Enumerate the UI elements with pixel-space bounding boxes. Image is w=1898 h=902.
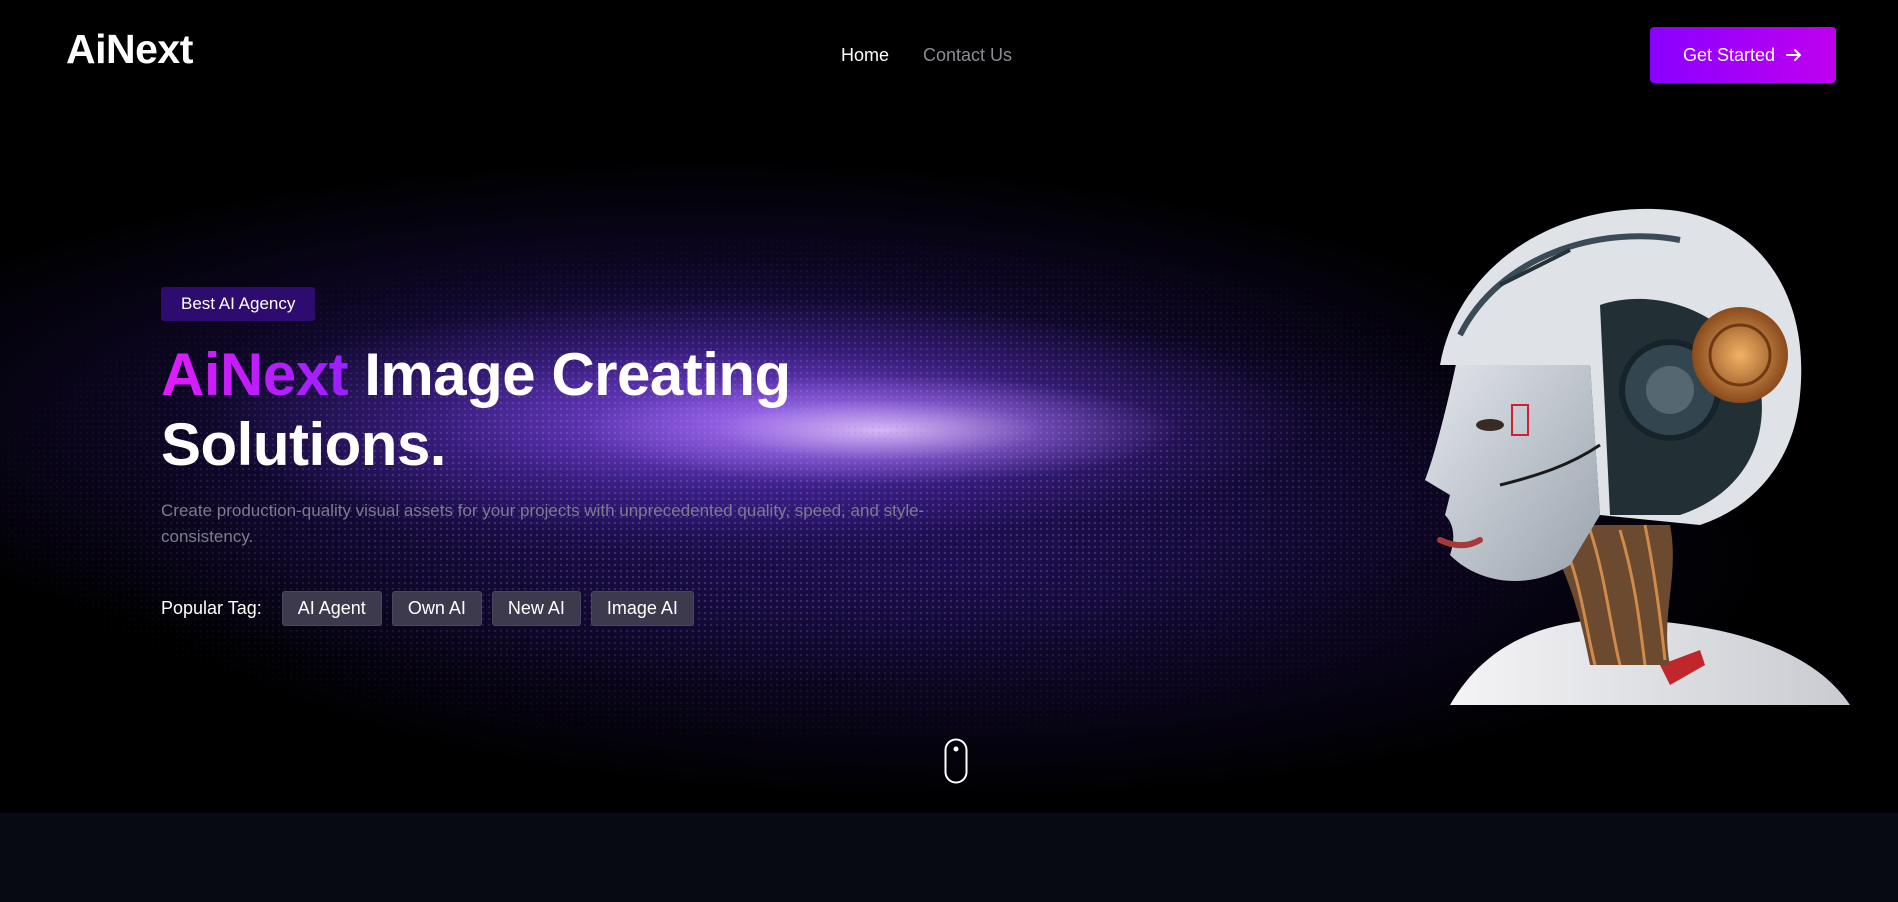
get-started-label: Get Started — [1682, 44, 1776, 65]
popular-tags: Popular Tag: AI Agent Own AI New AI Imag… — [161, 591, 694, 626]
tag-own-ai[interactable]: Own AI — [391, 591, 482, 626]
tag-ai-agent[interactable]: AI Agent — [281, 591, 382, 626]
nav-item-contact-us[interactable]: Contact Us — [923, 45, 1012, 66]
headline-line1: Image Creating — [364, 341, 791, 408]
main-nav: Home Contact Us — [841, 45, 1012, 66]
mouse-scroll-icon[interactable] — [944, 738, 968, 784]
headline-line2: Solutions. — [161, 411, 446, 478]
arrow-right-icon — [1786, 49, 1802, 61]
hero-headline: AiNext Image Creating Solutions. — [161, 340, 791, 480]
hero-badge: Best AI Agency — [161, 287, 316, 321]
tag-image-ai[interactable]: Image AI — [590, 591, 694, 626]
nav-item-home[interactable]: Home — [841, 45, 889, 66]
logo[interactable]: AiNext — [66, 26, 193, 73]
headline-brand: AiNext — [161, 341, 349, 408]
next-section — [0, 813, 1898, 902]
popular-tags-label: Popular Tag: — [161, 598, 262, 618]
hero-subtext: Create production-quality visual assets … — [161, 501, 925, 546]
get-started-button[interactable]: Get Started — [1650, 27, 1836, 83]
robot-head-image — [1425, 208, 1850, 705]
tag-new-ai[interactable]: New AI — [491, 591, 581, 626]
